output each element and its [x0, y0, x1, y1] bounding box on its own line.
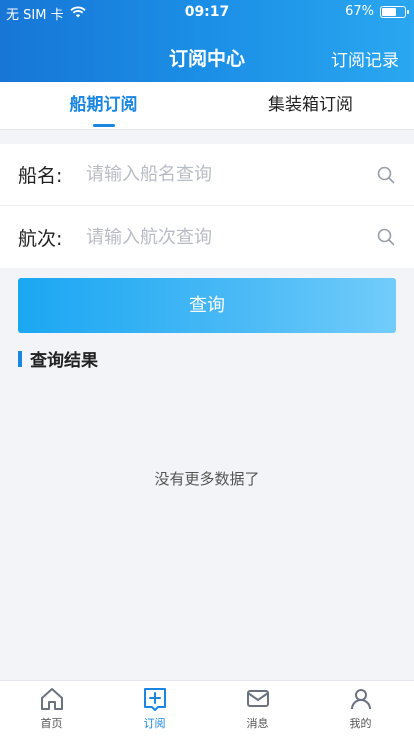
tabbar-message-label: 消息: [246, 717, 269, 730]
voyage-label: 航次:: [18, 227, 63, 250]
ship-name-input[interactable]: [86, 154, 364, 195]
bottom-tab-bar: 首页 订阅 消息 我的: [0, 680, 414, 736]
voyage-input[interactable]: [86, 217, 364, 257]
tabbar-home-label: 首页: [40, 717, 63, 730]
message-icon: [206, 685, 309, 713]
empty-state-text: 没有更多数据了: [154, 470, 260, 488]
tab-container[interactable]: 集装箱订阅: [207, 82, 414, 130]
section-marker: [18, 350, 22, 367]
search-icon[interactable]: [364, 153, 408, 197]
profile-icon: [309, 685, 412, 713]
ship-name-label: 船名:: [18, 165, 63, 187]
results-title: 查询结果: [30, 351, 98, 371]
battery-percent: 67%: [345, 4, 374, 19]
tabbar-message[interactable]: 消息: [206, 685, 309, 731]
search-icon[interactable]: [364, 215, 408, 259]
subscription-tabs: 船期订阅 集装箱订阅: [0, 82, 414, 130]
battery-icon: [380, 5, 409, 18]
query-button[interactable]: 查询: [18, 278, 396, 333]
tab-ship-schedule[interactable]: 船期订阅: [0, 82, 207, 130]
tabbar-subscribe-label: 订阅: [143, 717, 166, 730]
subscription-records-button[interactable]: 订阅记录: [331, 46, 399, 71]
subscribe-icon: [103, 685, 206, 713]
results-section-title: 查询结果: [18, 346, 98, 371]
search-form: 船名: 航次:: [0, 144, 414, 268]
tabbar-profile-label: 我的: [349, 717, 372, 730]
tab-indicator: [93, 124, 115, 127]
tabbar-profile[interactable]: 我的: [309, 685, 412, 731]
home-icon: [0, 685, 103, 713]
status-bar: 无 SIM 卡 09:17 67%: [0, 0, 414, 24]
header: 无 SIM 卡 09:17 67% 订阅中心 订阅记录: [0, 0, 414, 82]
ship-name-row: 船名:: [0, 144, 414, 206]
voyage-row: 航次:: [0, 206, 414, 268]
tabbar-subscribe[interactable]: 订阅: [103, 685, 206, 731]
tabbar-home[interactable]: 首页: [0, 685, 103, 731]
